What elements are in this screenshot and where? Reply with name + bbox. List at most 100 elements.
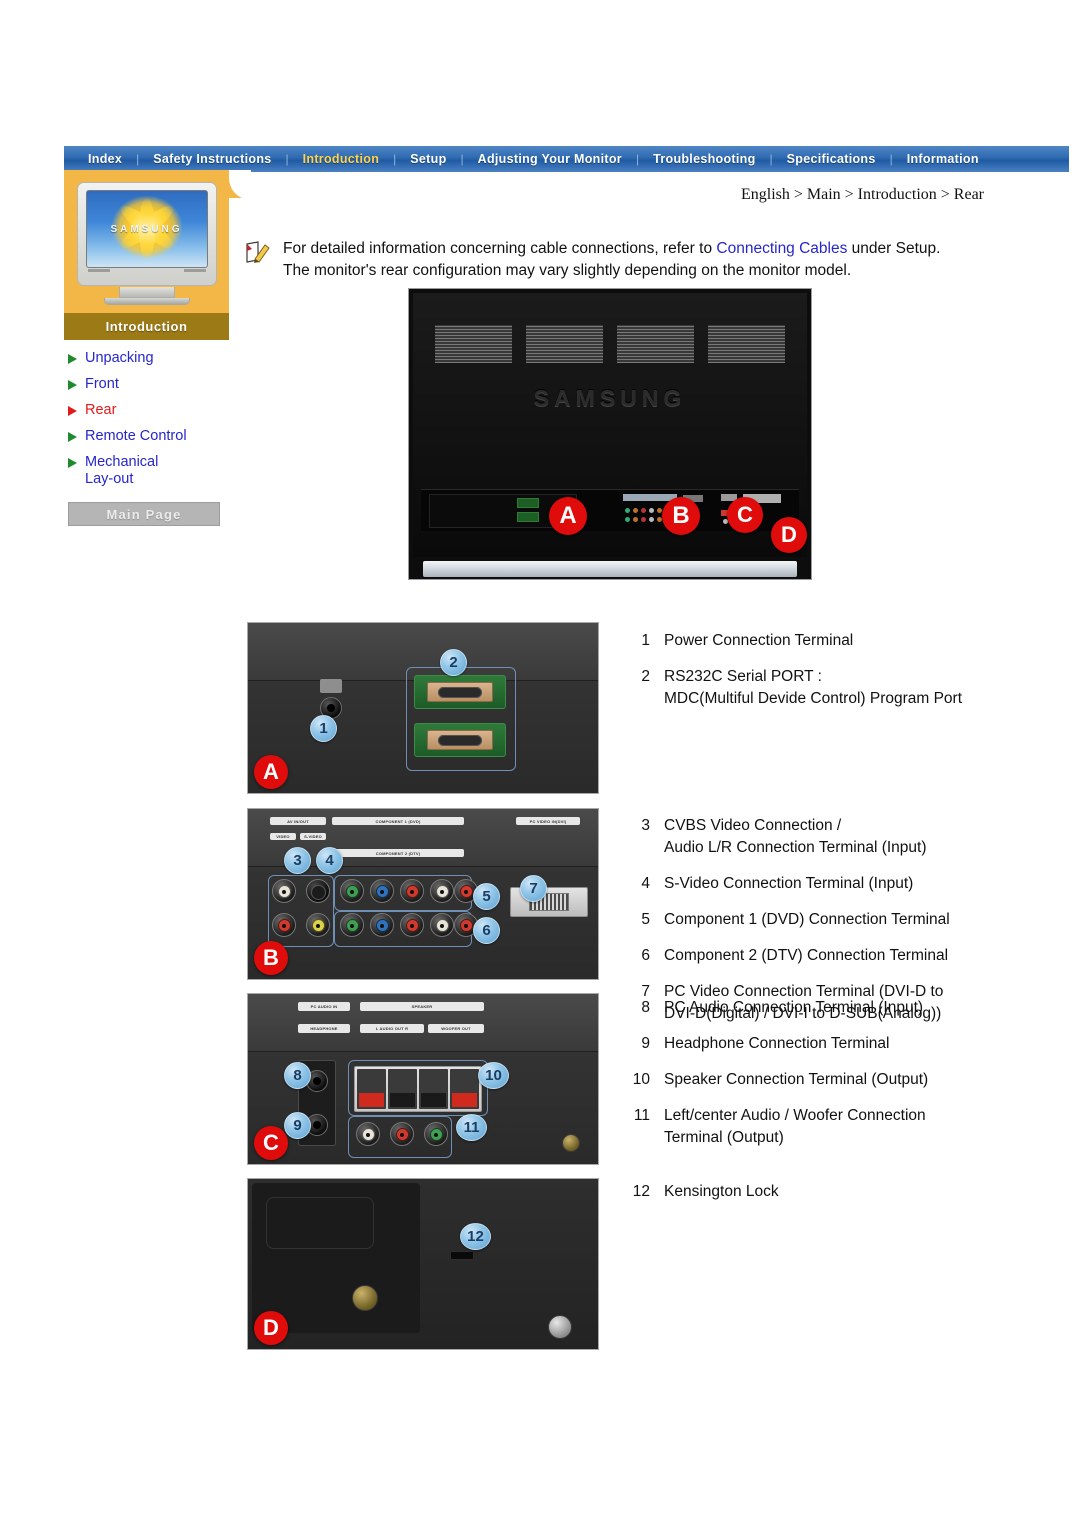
sidebar-item-rear[interactable]: Rear <box>68 402 254 419</box>
sidebar-item-unpacking[interactable]: Unpacking <box>68 350 254 367</box>
connector-item: 9 Headphone Connection Terminal <box>620 1033 1050 1055</box>
nav-item-safety-instructions[interactable]: Safety Instructions <box>151 152 273 166</box>
detail-letter-b: B <box>254 941 288 975</box>
connector-item-text: S-Video Connection Terminal (Input) <box>664 875 914 892</box>
comp2-audio-l <box>430 913 454 937</box>
s-video-in <box>306 879 330 903</box>
crt-screen: SAMSUNG <box>85 190 208 268</box>
connector-item: 3 CVBS Video Connection / Audio L/R Conne… <box>620 815 1050 859</box>
top-navigation-bar: Index | Safety Instructions | Introduction | S… <box>64 146 1069 172</box>
nav-item-introduction[interactable]: Introduction <box>301 152 382 166</box>
sidebar-item-label: Remote Control <box>85 428 187 444</box>
nav-item-setup[interactable]: Setup <box>408 152 448 166</box>
connector-item: 10 Speaker Connection Terminal (Output) <box>620 1069 1050 1091</box>
silkscreen-label: COMPONENT 1 (DVD) <box>332 817 464 825</box>
silkscreen-label: SPEAKER <box>360 1002 484 1011</box>
vent-panel <box>617 324 694 363</box>
connector-item-number: 4 <box>641 875 650 892</box>
note-block: For detailed information concerning cabl… <box>245 238 1035 282</box>
speaker-terminal-block <box>354 1066 482 1112</box>
sidebar-item-front[interactable]: Front <box>68 376 254 393</box>
connector-item-text: Speaker Connection Terminal (Output) <box>664 1071 929 1088</box>
nav-separator: | <box>136 152 140 166</box>
nav-item-troubleshooting[interactable]: Troubleshooting <box>651 152 757 166</box>
comp2-pb <box>370 913 394 937</box>
speaker-post <box>419 1069 448 1109</box>
nav-separator: | <box>460 152 464 166</box>
nav-item-adjusting-your-monitor[interactable]: Adjusting Your Monitor <box>476 152 624 166</box>
connector-item-text: Kensington Lock <box>664 1183 779 1200</box>
sidebar-item-remote-control[interactable]: Remote Control <box>68 428 254 445</box>
silkscreen-label: PC AUDIO IN <box>298 1002 350 1011</box>
item-list-c: 8 PC Audio Connection Terminal (Input) 9 He… <box>620 997 1050 1163</box>
monitor-stand-base <box>423 561 797 577</box>
connector-item-number: 10 <box>632 1071 650 1088</box>
connector-item-text: CVBS Video Connection / Audio L/R Connec… <box>664 817 927 856</box>
callout-bubble-4: 4 <box>316 847 343 874</box>
connector-item-number: 11 <box>633 1107 650 1124</box>
nav-item-specifications[interactable]: Specifications <box>785 152 878 166</box>
nav-separator: | <box>285 152 289 166</box>
crt-label-left <box>87 269 110 272</box>
bullet-triangle-icon <box>68 458 77 468</box>
speaker-post <box>388 1069 417 1109</box>
detail-photo-c: PC AUDIO IN SPEAKER HEADPHONE L AUDIO OUT R… <box>247 993 599 1165</box>
connector-item: 1 Power Connection Terminal <box>620 630 1050 652</box>
nav-item-information[interactable]: Information <box>905 152 981 166</box>
connector-item-number: 5 <box>641 911 650 928</box>
callout-bubble-3: 3 <box>284 847 311 874</box>
sidebar-item-mechanical-lay-out[interactable]: Mechanical Lay-out <box>68 454 254 488</box>
sidebar-item-label: Mechanical Lay-out <box>85 454 159 487</box>
connecting-cables-link[interactable]: Connecting Cables <box>716 240 847 257</box>
detail-letter-d: D <box>254 1311 288 1345</box>
connector-item: 6 Component 2 (DTV) Connection Terminal <box>620 945 1050 967</box>
connector-item-number: 1 <box>641 632 650 649</box>
detail-letter-a: A <box>254 755 288 789</box>
callout-bubble-10: 10 <box>478 1062 509 1089</box>
rs232c-port-in <box>414 675 506 709</box>
connector-item: 8 PC Audio Connection Terminal (Input) <box>620 997 1050 1019</box>
connector-item: 2 RS232C Serial PORT : MDC(Multiful Devid… <box>620 666 1050 710</box>
detail-letter-c: C <box>254 1126 288 1160</box>
audio-out-right <box>390 1122 414 1146</box>
main-page-button[interactable]: Main Page <box>68 502 220 526</box>
rca-audio-l <box>272 913 296 937</box>
silkscreen-label: S-VIDEO <box>300 833 326 840</box>
item-list-a: 1 Power Connection Terminal 2 RS232C Serial… <box>620 630 1050 724</box>
comp2-y <box>340 913 364 937</box>
comp2-pr <box>400 913 424 937</box>
crt-label-right <box>183 269 206 272</box>
callout-bubble-5: 5 <box>473 883 500 910</box>
silkscreen-label: HEADPHONE <box>298 1024 350 1033</box>
sidebar-link-list: Unpacking Front Rear Remote Control Mechanic… <box>64 340 254 488</box>
callout-bubble-2: 2 <box>440 649 467 676</box>
item-list-d: 12 Kensington Lock <box>620 1181 1050 1217</box>
rear-marker-d: D <box>771 517 807 553</box>
crt-neck <box>118 287 175 298</box>
silkscreen-label: VIDEO <box>270 833 296 840</box>
silkscreen-label: WOOFER OUT <box>428 1024 484 1033</box>
nav-item-index[interactable]: Index <box>86 152 124 166</box>
power-connector-clip <box>320 679 342 693</box>
woofer-out <box>424 1122 448 1146</box>
note-pencil-icon <box>245 240 271 266</box>
bullet-triangle-icon <box>68 432 77 442</box>
nav-separator: | <box>889 152 893 166</box>
sidebar: SAMSUNG Introduction Unpacking Front Rear R… <box>64 170 254 526</box>
nav-separator: | <box>393 152 397 166</box>
vent-panel <box>708 324 785 363</box>
comp1-pb <box>370 879 394 903</box>
panel-screw <box>562 1134 580 1152</box>
bullet-triangle-icon <box>68 354 77 364</box>
audio-out-left <box>356 1122 380 1146</box>
connector-item-number: 2 <box>641 668 650 685</box>
connector-item-number: 8 <box>641 999 650 1016</box>
vent-panel <box>526 324 603 363</box>
rca-row <box>625 508 662 513</box>
connector-item-text: PC Audio Connection Terminal (Input) <box>664 999 924 1016</box>
detail-photo-d: D 12 <box>247 1178 599 1350</box>
connector-item-text: Headphone Connection Terminal <box>664 1035 890 1052</box>
rs232c-port-out <box>414 723 506 757</box>
sidebar-panel: SAMSUNG Introduction <box>64 170 251 340</box>
connector-item-number: 12 <box>632 1183 650 1200</box>
